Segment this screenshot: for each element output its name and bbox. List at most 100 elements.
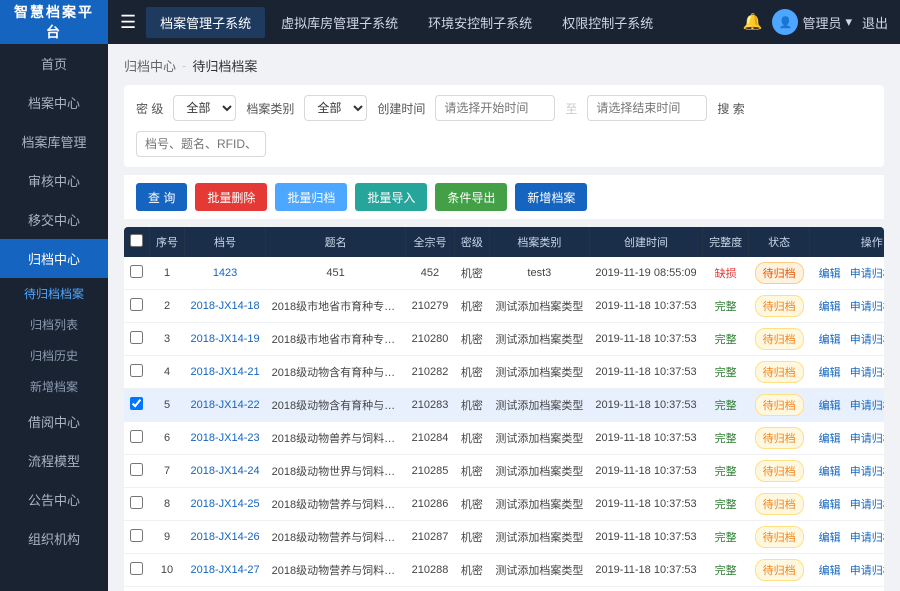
- search-button[interactable]: 查 询: [136, 183, 187, 211]
- sidebar-item-org[interactable]: 组织机构: [0, 519, 108, 558]
- row-time: 2019-11-18 10:37:53: [589, 488, 702, 521]
- filter-bar: 密 级 全部 机密 普通 档案类别 全部 创建时间 至 搜 索: [124, 85, 884, 167]
- exit-button[interactable]: 退出: [862, 13, 888, 32]
- apply-archive-action[interactable]: 申请归档: [850, 433, 884, 445]
- edit-action[interactable]: 编辑: [819, 367, 841, 379]
- row-checkbox[interactable]: [130, 298, 143, 311]
- col-complete: 完整度: [703, 227, 749, 257]
- col-no: 档号: [185, 227, 266, 257]
- row-id: 4: [150, 356, 185, 389]
- row-time: 2019-11-18 10:37:53: [589, 587, 702, 591]
- row-checkbox[interactable]: [130, 331, 143, 344]
- row-complete: 缺损: [703, 257, 749, 290]
- row-time: 2019-11-18 10:37:53: [589, 389, 702, 422]
- edit-action[interactable]: 编辑: [819, 301, 841, 313]
- user-menu[interactable]: 👤 管理员 ▾: [772, 9, 852, 35]
- apply-archive-action[interactable]: 申请归档: [850, 301, 884, 313]
- breadcrumb-root[interactable]: 归档中心: [124, 56, 176, 75]
- row-density: 机密: [454, 290, 489, 323]
- apply-archive-action[interactable]: 申请归档: [850, 532, 884, 544]
- main-area: ☰ 档案管理子系统 虚拟库房管理子系统 环境安控制子系统 权限控制子系统 🔔 👤…: [108, 0, 900, 591]
- search-input[interactable]: [136, 131, 266, 157]
- sidebar-item-transfer[interactable]: 移交中心: [0, 200, 108, 239]
- row-no: 2018-JX14-21: [185, 356, 266, 389]
- nav-item-archive-mgmt[interactable]: 档案管理子系统: [146, 7, 265, 38]
- sidebar-item-workflow[interactable]: 流程模型: [0, 441, 108, 480]
- edit-action[interactable]: 编辑: [819, 400, 841, 412]
- row-status: 待归档: [749, 455, 810, 488]
- batch-delete-button[interactable]: 批量删除: [195, 183, 267, 211]
- edit-action[interactable]: 编辑: [819, 565, 841, 577]
- date-start-input[interactable]: [435, 95, 555, 121]
- nav-item-perm[interactable]: 权限控制子系统: [548, 7, 667, 38]
- row-density: 机密: [454, 554, 489, 587]
- nav-item-virt-lib[interactable]: 虚拟库房管理子系统: [267, 7, 412, 38]
- username: 管理员: [802, 13, 841, 32]
- row-checkbox[interactable]: [130, 463, 143, 476]
- edit-action[interactable]: 编辑: [819, 466, 841, 478]
- sidebar-item-review[interactable]: 审核中心: [0, 161, 108, 200]
- apply-archive-action[interactable]: 申请归档: [850, 565, 884, 577]
- sidebar-item-library[interactable]: 档案库管理: [0, 122, 108, 161]
- row-checkbox[interactable]: [130, 529, 143, 542]
- row-checkbox[interactable]: [130, 364, 143, 377]
- row-actions: 编辑 申请归档 删除: [810, 554, 884, 587]
- apply-archive-action[interactable]: 申请归档: [850, 499, 884, 511]
- table-row: 6 2018-JX14-23 2018级动物兽养与饲料科学专... 210284…: [124, 422, 884, 455]
- row-time: 2019-11-18 10:37:53: [589, 521, 702, 554]
- nav-item-env[interactable]: 环境安控制子系统: [414, 7, 546, 38]
- batch-import-button[interactable]: 批量导入: [355, 183, 427, 211]
- apply-archive-action[interactable]: 申请归档: [850, 367, 884, 379]
- edit-action[interactable]: 编辑: [819, 433, 841, 445]
- condition-export-button[interactable]: 条件导出: [435, 183, 507, 211]
- sidebar-item-archives[interactable]: 档案中心: [0, 83, 108, 122]
- notification-icon[interactable]: 🔔: [743, 12, 763, 32]
- edit-action[interactable]: 编辑: [819, 334, 841, 346]
- row-actions: 编辑 申请归档 删除: [810, 389, 884, 422]
- sidebar-sub-list[interactable]: 归档列表: [0, 309, 108, 340]
- apply-archive-action[interactable]: 申请归档: [850, 466, 884, 478]
- table-row: 4 2018-JX14-21 2018级动物含有育种与繁殖专... 210282…: [124, 356, 884, 389]
- select-all-checkbox[interactable]: [130, 234, 143, 247]
- row-checkbox[interactable]: [130, 265, 143, 278]
- row-full-no: 210286: [406, 488, 455, 521]
- apply-archive-action[interactable]: 申请归档: [850, 400, 884, 412]
- row-full-no: 210280: [406, 323, 455, 356]
- edit-action[interactable]: 编辑: [819, 532, 841, 544]
- type-select[interactable]: 全部: [304, 95, 367, 121]
- edit-action[interactable]: 编辑: [819, 268, 841, 280]
- row-checkbox[interactable]: [130, 496, 143, 509]
- row-full-no: 210288: [406, 554, 455, 587]
- date-end-input[interactable]: [587, 95, 707, 121]
- new-archive-button[interactable]: 新增档案: [515, 183, 587, 211]
- row-density: 机密: [454, 323, 489, 356]
- sidebar-sub-pending[interactable]: 待归档档案: [0, 278, 108, 309]
- density-select[interactable]: 全部 机密 普通: [173, 95, 236, 121]
- sidebar-item-borrow[interactable]: 借阅中心: [0, 402, 108, 441]
- row-actions: 编辑 申请归档 删除: [810, 422, 884, 455]
- row-density: 机密: [454, 257, 489, 290]
- row-checkbox[interactable]: [130, 430, 143, 443]
- sidebar-item-home[interactable]: 首页: [0, 44, 108, 83]
- row-type: 测试添加档案类型: [489, 323, 589, 356]
- row-type: 测试添加档案类型: [489, 488, 589, 521]
- menu-toggle-icon[interactable]: ☰: [120, 12, 136, 33]
- row-actions: 编辑 申请归档 删除: [810, 488, 884, 521]
- page-content: 归档中心 - 待归档档案 密 级 全部 机密 普通 档案类别 全部 创建时间 至…: [108, 44, 900, 591]
- apply-archive-action[interactable]: 申请归档: [850, 334, 884, 346]
- row-checkbox[interactable]: [130, 397, 143, 410]
- row-checkbox[interactable]: [130, 562, 143, 575]
- col-time: 创建时间: [589, 227, 702, 257]
- table-row: 11 2018-JX14-28 2018届预防兽医学专业博士生... 21028…: [124, 587, 884, 591]
- apply-archive-action[interactable]: 申请归档: [850, 268, 884, 280]
- sidebar-item-notice[interactable]: 公告中心: [0, 480, 108, 519]
- edit-action[interactable]: 编辑: [819, 499, 841, 511]
- row-status: 待归档: [749, 587, 810, 591]
- batch-archive-button[interactable]: 批量归档: [275, 183, 347, 211]
- sidebar-sub-history[interactable]: 归档历史: [0, 340, 108, 371]
- row-status: 待归档: [749, 488, 810, 521]
- sidebar-sub-new[interactable]: 新增档案: [0, 371, 108, 402]
- row-type: 测试添加档案类型: [489, 587, 589, 591]
- row-density: 机密: [454, 488, 489, 521]
- sidebar-item-归档[interactable]: 归档中心: [0, 239, 108, 278]
